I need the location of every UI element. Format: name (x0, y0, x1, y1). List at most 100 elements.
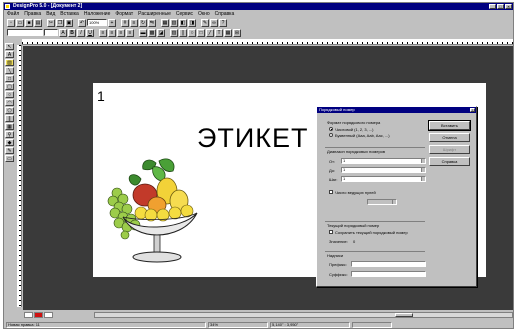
help-icon[interactable]: ? (219, 18, 227, 27)
bold-icon[interactable]: B (68, 28, 76, 37)
menu-format[interactable]: Формат (115, 11, 133, 17)
underline-icon[interactable]: U (86, 28, 94, 37)
shadow-icon[interactable]: ◪ (157, 28, 165, 37)
picture-icon[interactable]: ▨ (170, 28, 178, 37)
save-current-checkbox[interactable] (329, 230, 333, 234)
menu-help[interactable]: Справка (215, 11, 235, 17)
page-tab-1[interactable] (24, 312, 34, 318)
polygon-tool-icon[interactable]: ⬠ (5, 107, 14, 114)
text-tool-icon[interactable]: A (5, 51, 14, 58)
pen-tool-icon[interactable]: ✎ (5, 147, 14, 154)
paste-icon[interactable]: ▣ (65, 18, 73, 27)
fruit-bowl-image[interactable] (101, 155, 211, 273)
save-icon[interactable]: ■ (25, 18, 33, 27)
prefix-field[interactable] (351, 261, 426, 267)
step-spinner-icon[interactable] (421, 177, 425, 181)
scroll-thumb[interactable] (395, 313, 413, 317)
format-group-label: Формат порядкового номера (327, 120, 381, 125)
menu-view[interactable]: Вид (46, 11, 55, 17)
print-icon[interactable]: ▤ (34, 18, 42, 27)
menu-advanced[interactable]: Расширенные (138, 11, 171, 17)
back-icon[interactable]: ◨ (188, 18, 196, 27)
help-button[interactable]: Справка (429, 157, 470, 166)
arc-tool-icon[interactable]: ◠ (5, 99, 14, 106)
cancel-button[interactable]: Отмена (429, 133, 470, 142)
new-icon[interactable]: ▫ (7, 18, 15, 27)
align-left-icon[interactable]: ≡ (99, 28, 107, 37)
grid-icon[interactable]: # (121, 18, 129, 27)
leading-zeros-checkbox[interactable] (329, 190, 333, 194)
pen-icon[interactable]: ✎ (201, 18, 209, 27)
menu-insert[interactable]: Вставка (60, 11, 79, 17)
close-icon[interactable]: × (505, 4, 512, 9)
suffix-field[interactable] (351, 271, 426, 277)
menu-window[interactable]: Окно (198, 11, 210, 17)
label-heading[interactable]: ЭТИКЕТ (197, 123, 309, 154)
italic-icon[interactable]: I (77, 28, 85, 37)
from-field[interactable]: 1 (341, 158, 426, 164)
fill-color-icon[interactable]: ▩ (148, 28, 156, 37)
group-icon[interactable]: ▦ (161, 18, 169, 27)
eraser-tool-icon[interactable]: ▭ (5, 155, 14, 162)
status-coords: 5,140" : 3,950" (270, 322, 350, 328)
cut-icon[interactable]: ✂ (47, 18, 55, 27)
step-field[interactable]: 1 (341, 176, 426, 182)
merge-icon[interactable]: ⊞ (233, 28, 241, 37)
from-spinner-icon[interactable] (421, 159, 425, 163)
justify-icon[interactable]: ≡ (126, 28, 134, 37)
barcode-tool-icon[interactable]: ║ (5, 115, 14, 122)
flip-icon[interactable]: ⇋ (148, 18, 156, 27)
dialog-close-icon[interactable]: × (470, 108, 475, 112)
pointer-icon[interactable]: ↖ (5, 43, 14, 50)
picture-tool-icon[interactable]: ▨ (5, 59, 14, 66)
maximize-icon[interactable]: □ (497, 4, 504, 9)
range-divider (325, 147, 425, 148)
line-icon[interactable]: ╱ (206, 28, 214, 37)
link-icon[interactable]: ∞ (210, 18, 218, 27)
fill-tool-icon[interactable]: ◆ (5, 139, 14, 146)
minimize-icon[interactable]: _ (489, 4, 496, 9)
table-tool-icon[interactable]: ▦ (5, 123, 14, 130)
menu-file[interactable]: Файл (7, 11, 19, 17)
zoom-combo[interactable]: 100% (87, 19, 107, 26)
letters-radio[interactable] (329, 133, 333, 137)
page-tab-2[interactable] (34, 312, 44, 318)
horizontal-scrollbar[interactable] (94, 312, 513, 318)
ungroup-icon[interactable]: ▧ (170, 18, 178, 27)
open-icon[interactable]: ▭ (16, 18, 24, 27)
to-spinner-icon[interactable] (421, 168, 425, 172)
leading-zeros-spinner-icon[interactable] (392, 200, 396, 204)
to-field[interactable]: 1 (341, 167, 426, 173)
ellipse-tool-icon[interactable]: ○ (5, 91, 14, 98)
rect-icon[interactable]: □ (197, 28, 205, 37)
align-center-icon[interactable]: ≡ (108, 28, 116, 37)
font-color-icon[interactable]: A (59, 28, 67, 37)
shape-icon[interactable]: ○ (188, 28, 196, 37)
font-button[interactable]: Шрифт (429, 145, 470, 154)
font-combo[interactable] (7, 29, 43, 36)
table-icon[interactable]: ▦ (224, 28, 232, 37)
copy-icon[interactable]: ❐ (56, 18, 64, 27)
status-hint: Новая правка: 11 (6, 322, 206, 328)
line-tool-icon[interactable]: ╲ (5, 67, 14, 74)
size-combo[interactable] (44, 29, 58, 36)
rotate-icon[interactable]: ↻ (139, 18, 147, 27)
numbers-radio[interactable] (329, 127, 333, 131)
text-icon[interactable]: T (215, 28, 223, 37)
zoom-in-icon[interactable]: + (108, 18, 116, 27)
align-right-icon[interactable]: ≡ (117, 28, 125, 37)
insert-button[interactable]: Вставить (428, 120, 471, 131)
barcode-icon[interactable]: ║ (179, 28, 187, 37)
roundrect-tool-icon[interactable]: ▢ (5, 83, 14, 90)
leading-zeros-field[interactable] (367, 199, 397, 205)
menu-overlay[interactable]: Наложение (84, 11, 111, 17)
menu-edit[interactable]: Правка (24, 11, 41, 17)
undo-icon[interactable]: ↶ (78, 18, 86, 27)
zoom-tool-icon[interactable]: ⚲ (5, 131, 14, 138)
page-tab-3[interactable] (44, 312, 54, 318)
menu-tools[interactable]: Сервис (176, 11, 193, 17)
rect-tool-icon[interactable]: □ (5, 75, 14, 82)
line-color-icon[interactable]: ▬ (139, 28, 147, 37)
align-icon[interactable]: ≡ (130, 18, 138, 27)
front-icon[interactable]: ◧ (179, 18, 187, 27)
